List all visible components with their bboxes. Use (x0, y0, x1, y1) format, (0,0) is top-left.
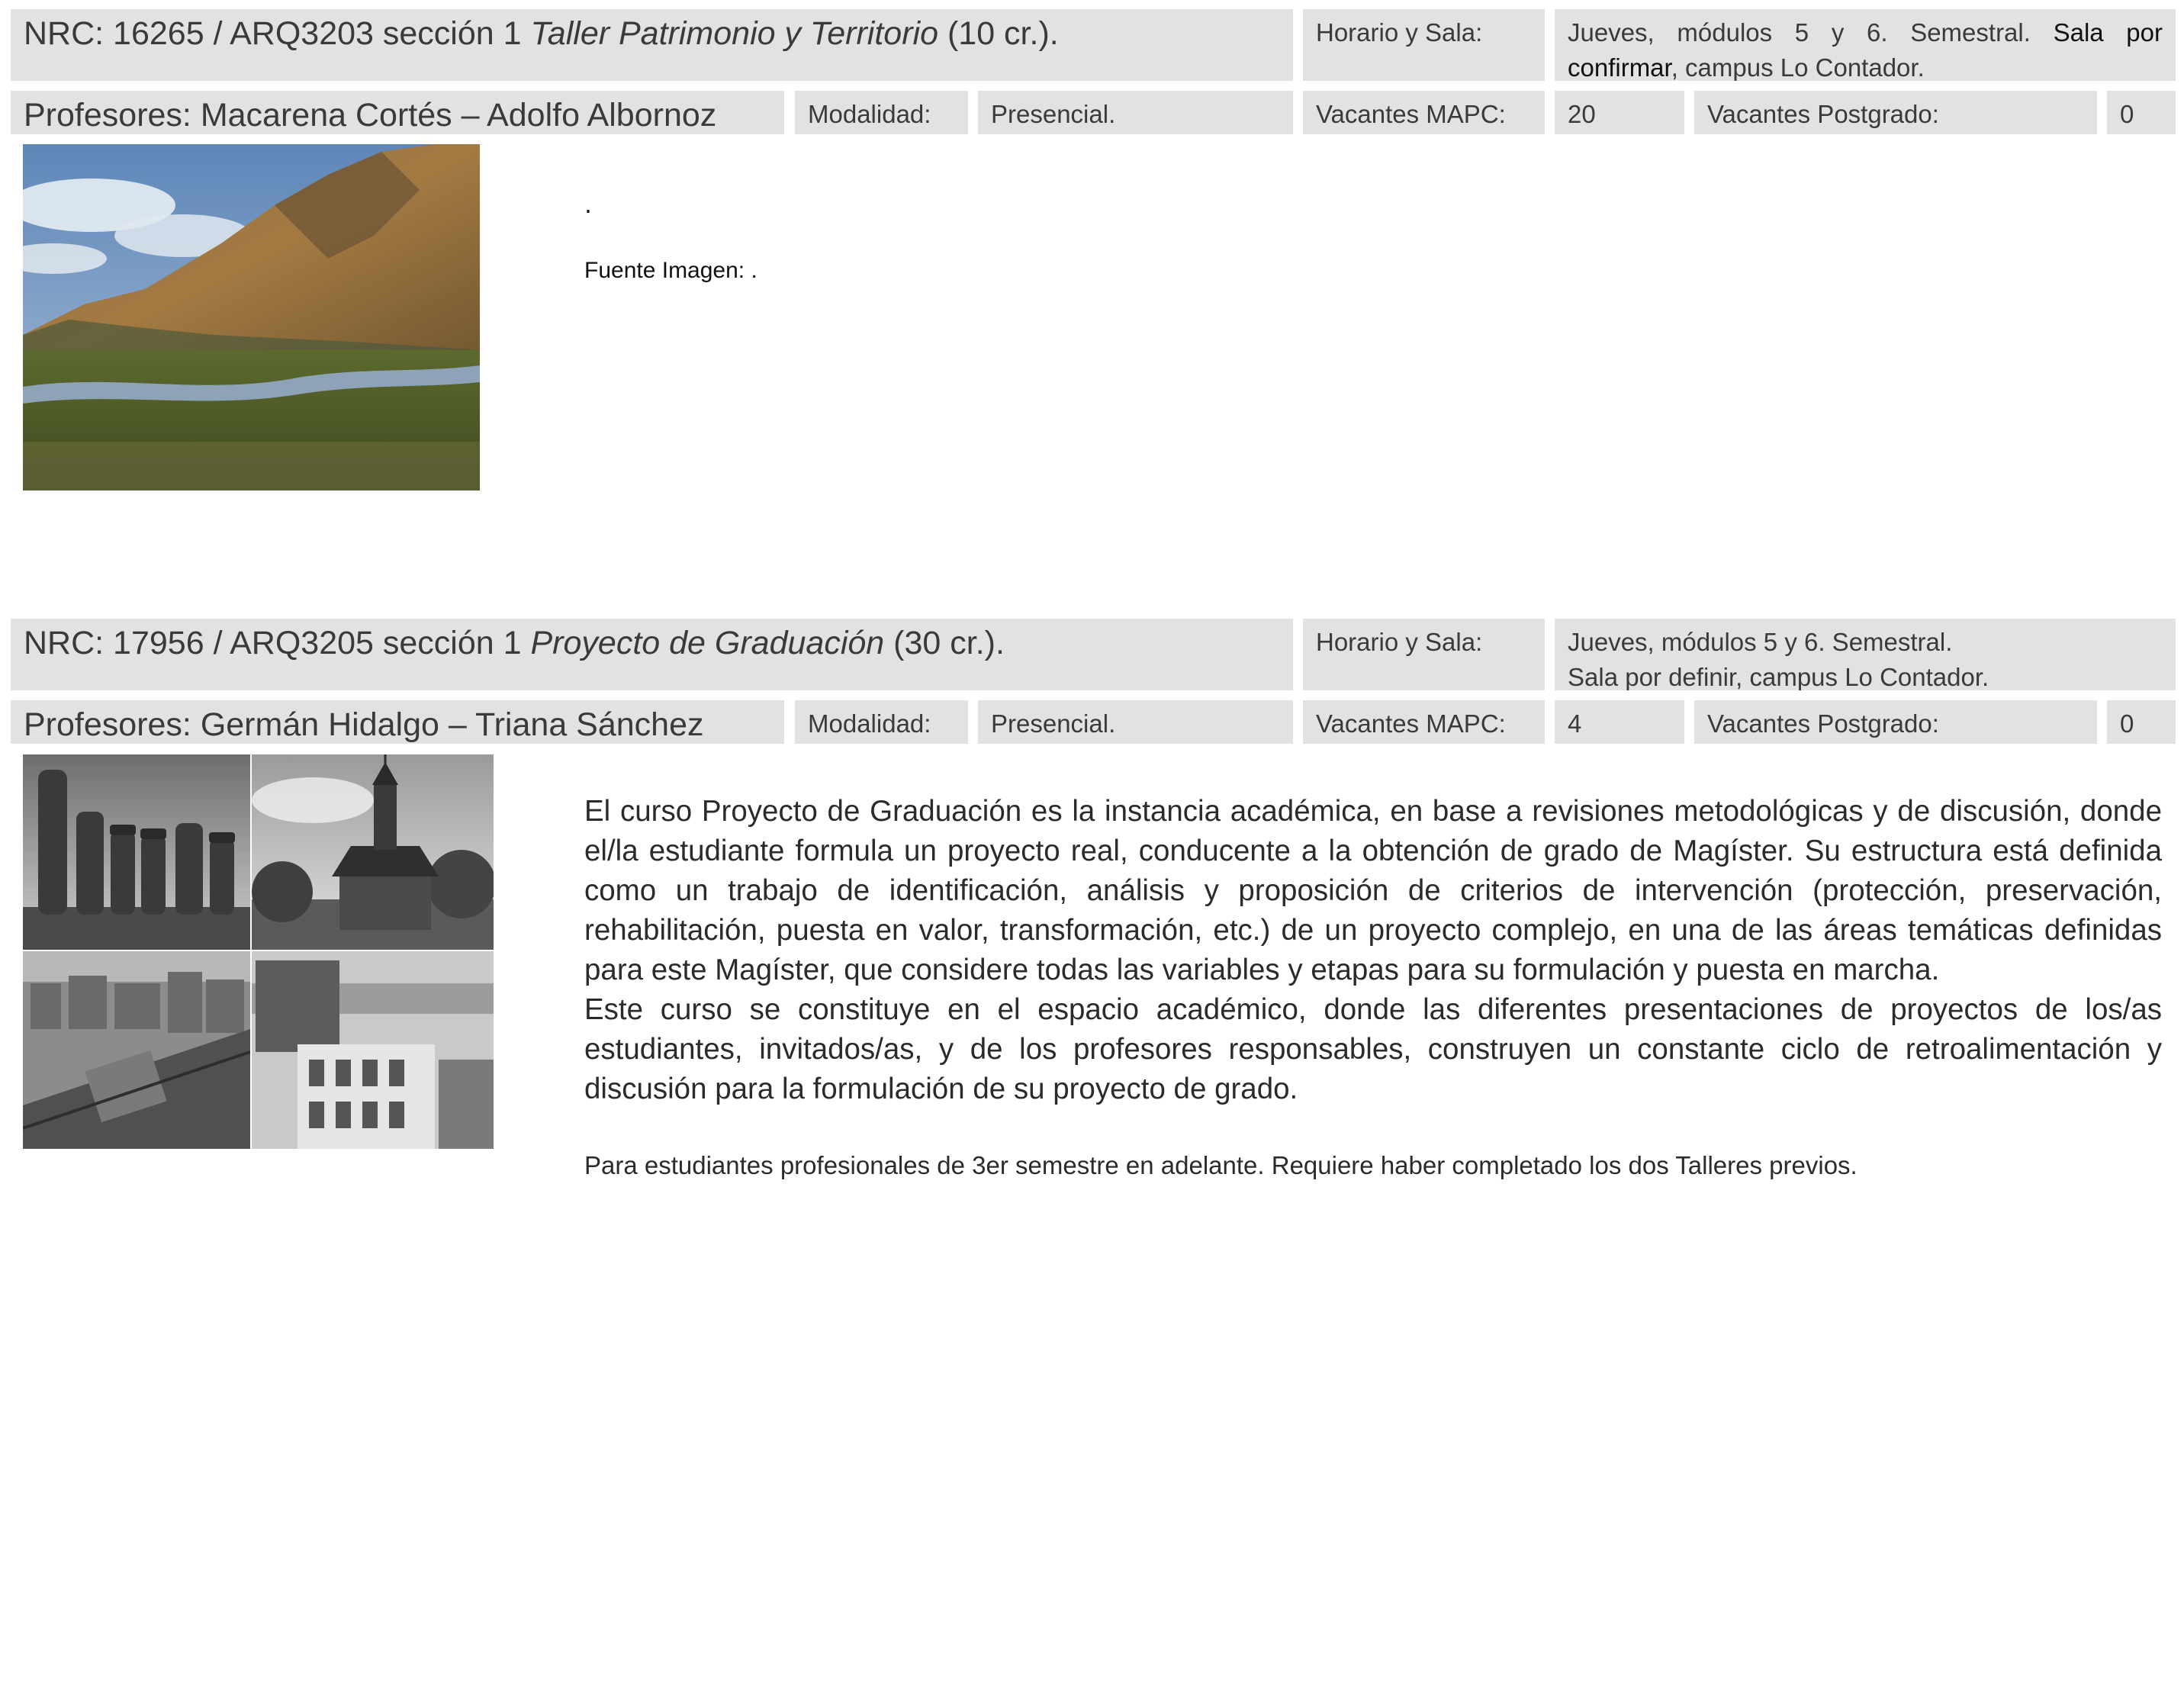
course-2-vacancies-postgrado-label-cell: Vacantes Postgrado: (1694, 700, 2097, 744)
course-1-vacancies-postgrado-label-cell: Vacantes Postgrado: (1694, 91, 2097, 134)
course-1-vacancies-mapc-value: 20 (1568, 100, 1596, 128)
course-2-schedule-line1: Jueves, módulos 5 y 6. Semestral. (1568, 628, 1953, 656)
course-2-vacancies-postgrado-label: Vacantes Postgrado: (1707, 709, 1939, 738)
course-2-schedule-value-cell: Jueves, módulos 5 y 6. Semestral. Sala p… (1555, 619, 2176, 690)
course-2-modality-label: Modalidad: (808, 709, 931, 738)
course-2-title-cell: NRC: 17956 / ARQ3205 sección 1 Proyecto … (11, 619, 1293, 690)
course-2-nrc: NRC: 17956 / ARQ3205 sección 1 (24, 625, 531, 661)
course-2-vacancies-mapc-value: 4 (1568, 709, 1582, 738)
course-1-credits: (10 cr.). (938, 15, 1059, 52)
course-1-image-source: Fuente Imagen: . (584, 258, 757, 283)
course-1-title-cell: NRC: 16265 / ARQ3203 sección 1 Taller Pa… (11, 9, 1293, 81)
course-2-schedule-label-cell: Horario y Sala: (1303, 619, 1545, 690)
course-2-modality-value-cell: Presencial. (978, 700, 1293, 744)
course-1-modality-label: Modalidad: (808, 100, 931, 128)
course-2-credits: (30 cr.). (884, 625, 1005, 661)
course-2-requirements: Para estudiantes profesionales de 3er se… (584, 1151, 1858, 1179)
course-1-modality-value: Presencial. (991, 100, 1116, 128)
course-2-vacancies-mapc-label-cell: Vacantes MAPC: (1303, 700, 1545, 744)
course-1-vacancies-mapc-label-cell: Vacantes MAPC: (1303, 91, 1545, 134)
course-2-vacancies-mapc-value-cell: 4 (1555, 700, 1684, 744)
course-1-professors: Profesores: Macarena Cortés – Adolfo Alb… (24, 97, 717, 133)
course-1-schedule-value-cell: Jueves, módulos 5 y 6. Semestral. Sala p… (1555, 9, 2176, 81)
course-1-schedule-label: Horario y Sala: (1316, 18, 1483, 47)
course-1-schedule-label-cell: Horario y Sala: (1303, 9, 1545, 81)
course-2-professors-cell: Profesores: Germán Hidalgo – Triana Sánc… (11, 700, 784, 744)
course-1-vacancies-postgrado-value-cell: 0 (2107, 91, 2176, 134)
course-2-schedule-label: Horario y Sala: (1316, 628, 1483, 656)
course-1-vacancies-mapc-label: Vacantes MAPC: (1316, 100, 1506, 128)
course-2-description-p2: Este curso se constituye en el espacio a… (584, 993, 2162, 1105)
course-1-professors-cell: Profesores: Macarena Cortés – Adolfo Alb… (11, 91, 784, 134)
course-1-schedule-part2: , campus Lo Contador. (1671, 53, 1925, 81)
course-2-collage-photo (23, 754, 494, 1149)
course-2-vacancies-postgrado-value-cell: 0 (2107, 700, 2176, 744)
course-1-nrc: NRC: 16265 / ARQ3203 sección 1 (24, 15, 531, 52)
course-2-professors: Profesores: Germán Hidalgo – Triana Sánc… (24, 706, 704, 743)
course-2-description-p1: El curso Proyecto de Graduación es la in… (584, 795, 2162, 986)
course-2-modality-value: Presencial. (991, 709, 1116, 738)
course-1-modality-value-cell: Presencial. (978, 91, 1293, 134)
course-2-description: El curso Proyecto de Graduación es la in… (584, 792, 2162, 1109)
course-2-vacancies-postgrado-value: 0 (2120, 709, 2134, 738)
course-1-vacancies-postgrado-label: Vacantes Postgrado: (1707, 100, 1939, 128)
course-1-vacancies-postgrado-value: 0 (2120, 100, 2134, 128)
course-2-title: Proyecto de Graduación (530, 625, 885, 661)
course-2-vacancies-mapc-label: Vacantes MAPC: (1316, 709, 1506, 738)
course-1-description: . (584, 188, 593, 219)
course-1-title: Taller Patrimonio y Territorio (530, 15, 939, 52)
course-1-vacancies-mapc-value-cell: 20 (1555, 91, 1684, 134)
course-1-landscape-photo (23, 144, 480, 491)
course-2-schedule-line2: Sala por definir, campus Lo Contador. (1568, 663, 1989, 690)
course-1-schedule-part1: Jueves, módulos 5 y 6. Semestral. (1568, 18, 2054, 47)
course-2-modality-label-cell: Modalidad: (795, 700, 968, 744)
course-1-modality-label-cell: Modalidad: (795, 91, 968, 134)
